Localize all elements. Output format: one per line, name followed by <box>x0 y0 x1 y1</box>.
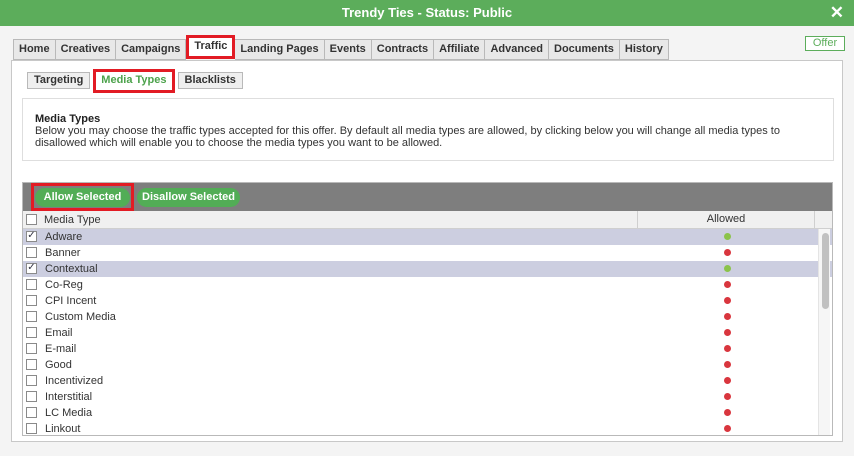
disallowed-status-icon <box>724 297 731 304</box>
table-row[interactable]: Email <box>23 325 832 341</box>
subtab-targeting[interactable]: Targeting <box>27 72 91 89</box>
row-checkbox-checked[interactable]: ✓ <box>26 231 37 242</box>
allow-selected-button[interactable]: Allow Selected <box>35 188 130 207</box>
vertical-scrollbar[interactable] <box>818 229 830 435</box>
disallowed-status-icon <box>724 409 731 416</box>
close-icon[interactable]: ✕ <box>830 3 844 23</box>
offer-badge: Offer <box>805 36 845 51</box>
media-type-name: E-mail <box>45 343 77 355</box>
media-type-name: Email <box>45 327 73 339</box>
tab-creatives[interactable]: Creatives <box>55 39 117 60</box>
row-checkbox[interactable] <box>26 391 37 402</box>
media-types-grid: Allow Selected Disallow Selected Media T… <box>22 182 833 436</box>
tab-events[interactable]: Events <box>324 39 372 60</box>
row-checkbox[interactable] <box>26 311 37 322</box>
table-row[interactable]: Good <box>23 357 832 373</box>
disallowed-status-icon <box>724 361 731 368</box>
media-type-name: Co-Reg <box>45 279 83 291</box>
tab-home[interactable]: Home <box>13 39 56 60</box>
title-bar: Trendy Ties - Status: Public ✕ <box>0 0 854 26</box>
table-row[interactable]: E-mail <box>23 341 832 357</box>
info-text: Below you may choose the traffic types a… <box>35 125 780 149</box>
media-type-name: Good <box>45 359 72 371</box>
disallowed-status-icon <box>724 377 731 384</box>
table-row[interactable]: Banner <box>23 245 832 261</box>
tab-traffic[interactable]: Traffic <box>186 35 236 59</box>
sub-tabs: Targeting Media Types Blacklists <box>27 69 246 93</box>
allowed-status-icon <box>724 265 731 272</box>
media-type-name: Banner <box>45 247 81 259</box>
disallow-selected-button[interactable]: Disallow Selected <box>137 188 240 207</box>
media-type-name: Adware <box>45 231 83 243</box>
disallowed-status-icon <box>724 393 731 400</box>
media-type-name: Custom Media <box>45 311 116 323</box>
grid-header: Media Type Allowed <box>23 211 832 229</box>
table-row[interactable]: ✓ Adware <box>23 229 832 245</box>
disallowed-status-icon <box>724 425 731 432</box>
tab-landing-pages[interactable]: Landing Pages <box>235 39 325 60</box>
row-checkbox[interactable] <box>26 359 37 370</box>
media-type-name: CPI Incent <box>45 295 97 307</box>
table-row[interactable]: CPI Incent <box>23 293 832 309</box>
disallowed-status-icon <box>724 249 731 256</box>
subtab-media-types[interactable]: Media Types <box>93 69 175 93</box>
media-type-name: Linkout <box>45 423 81 435</box>
tab-advanced[interactable]: Advanced <box>485 39 550 60</box>
column-allowed[interactable]: Allowed <box>637 211 815 229</box>
table-row[interactable]: Linkout <box>23 421 832 435</box>
row-checkbox[interactable] <box>26 327 37 338</box>
window-title: Trendy Ties - Status: Public <box>341 5 513 20</box>
media-type-name: LC Media <box>45 407 93 419</box>
info-box: Media Types Below you may choose the tra… <box>22 98 834 161</box>
tab-campaigns[interactable]: Campaigns <box>116 39 187 60</box>
select-all-checkbox[interactable] <box>26 214 37 225</box>
table-row[interactable]: Interstitial <box>23 389 832 405</box>
tab-history[interactable]: History <box>619 39 669 60</box>
table-row[interactable]: LC Media <box>23 405 832 421</box>
row-checkbox[interactable] <box>26 343 37 354</box>
table-row[interactable]: Custom Media <box>23 309 832 325</box>
table-row[interactable]: Incentivized <box>23 373 832 389</box>
disallowed-status-icon <box>724 329 731 336</box>
column-media-type[interactable]: Media Type <box>44 214 101 226</box>
table-row[interactable]: Co-Reg <box>23 277 832 293</box>
disallowed-status-icon <box>724 345 731 352</box>
row-checkbox[interactable] <box>26 247 37 258</box>
media-type-name: Interstitial <box>45 391 93 403</box>
grid-toolbar: Allow Selected Disallow Selected <box>23 183 832 211</box>
subtab-blacklists[interactable]: Blacklists <box>177 72 243 89</box>
row-checkbox[interactable] <box>26 279 37 290</box>
tab-affiliate[interactable]: Affiliate <box>434 39 486 60</box>
row-checkbox-checked[interactable]: ✓ <box>26 263 37 274</box>
media-type-name: Incentivized <box>45 375 104 387</box>
row-checkbox[interactable] <box>26 375 37 386</box>
disallowed-status-icon <box>724 313 731 320</box>
tab-documents[interactable]: Documents <box>549 39 620 60</box>
row-checkbox[interactable] <box>26 295 37 306</box>
tab-contracts[interactable]: Contracts <box>371 39 435 60</box>
table-row[interactable]: ✓ Contextual <box>23 261 832 277</box>
disallowed-status-icon <box>724 281 731 288</box>
allowed-status-icon <box>724 233 731 240</box>
row-checkbox[interactable] <box>26 407 37 418</box>
main-tabs: Home Creatives Campaigns Traffic Landing Pag… <box>13 35 669 60</box>
media-type-name: Contextual <box>45 263 98 275</box>
grid-rows: ✓ Adware Banner ✓ Contextual Co-Reg CPI Incent… <box>23 229 832 435</box>
scrollbar-thumb[interactable] <box>822 233 829 309</box>
row-checkbox[interactable] <box>26 423 37 434</box>
info-heading: Media Types <box>35 113 101 125</box>
